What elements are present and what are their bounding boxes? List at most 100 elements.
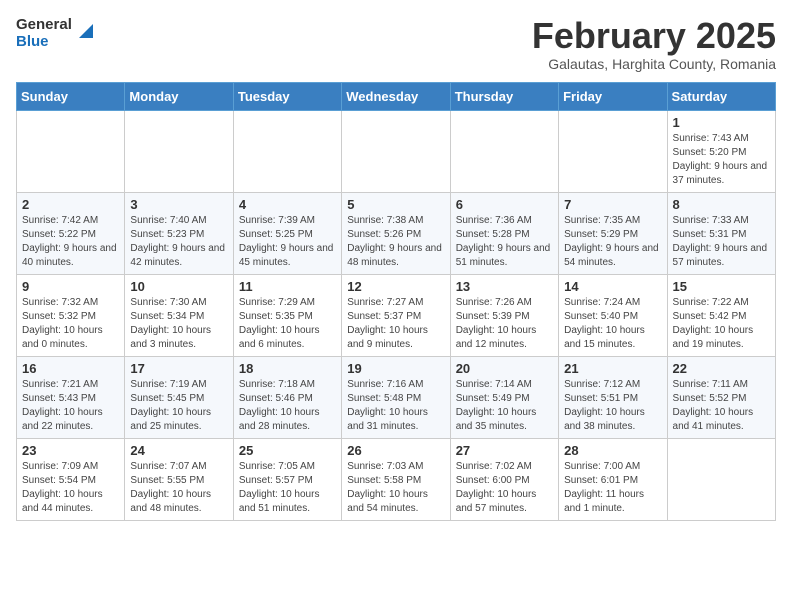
day-info: Sunrise: 7:38 AM Sunset: 5:26 PM Dayligh… [347,214,444,270]
calendar-day-26: 26 Sunrise: 7:03 AM Sunset: 5:58 PM Dayli… [342,438,450,520]
day-info: Sunrise: 7:09 AM Sunset: 5:54 PM Dayligh… [22,460,119,516]
weekday-header-saturday: Saturday [667,82,775,110]
calendar-day-15: 15Sunrise: 7:22 AM Sunset: 5:42 PM Dayli… [667,274,775,356]
calendar-day-19: 19 Sunrise: 7:16 AM Sunset: 5:48 PM Dayli… [342,356,450,438]
calendar-day-27: 27 Sunrise: 7:02 AM Sunset: 6:00 PM Dayli… [450,438,558,520]
calendar-day-empty [559,110,667,192]
calendar-day-empty [667,438,775,520]
day-number: 22 [673,361,770,376]
calendar-day-22: 22 Sunrise: 7:11 AM Sunset: 5:52 PM Dayli… [667,356,775,438]
weekday-header-thursday: Thursday [450,82,558,110]
day-info: Sunrise: 7:32 AM Sunset: 5:32 PM Dayligh… [22,296,119,352]
calendar-day-25: 25 Sunrise: 7:05 AM Sunset: 5:57 PM Dayli… [233,438,341,520]
day-info: Sunrise: 7:24 AM Sunset: 5:40 PM Dayligh… [564,296,661,352]
day-info: Sunrise: 7:43 AM Sunset: 5:20 PM Dayligh… [673,132,770,188]
day-number: 8 [673,197,770,212]
day-number: 26 [347,443,444,458]
calendar-day-21: 21 Sunrise: 7:12 AM Sunset: 5:51 PM Dayli… [559,356,667,438]
calendar-day-28: 28 Sunrise: 7:00 AM Sunset: 6:01 PM Dayli… [559,438,667,520]
day-info: Sunrise: 7:02 AM Sunset: 6:00 PM Dayligh… [456,460,553,516]
weekday-header-tuesday: Tuesday [233,82,341,110]
calendar-day-20: 20 Sunrise: 7:14 AM Sunset: 5:49 PM Dayli… [450,356,558,438]
page-header: General Blue February 2025 Galautas, Har… [16,16,776,72]
calendar-day-11: 11 Sunrise: 7:29 AM Sunset: 5:35 PM Dayli… [233,274,341,356]
logo-blue-text: Blue [16,33,72,50]
month-title: February 2025 [532,16,776,56]
day-number: 28 [564,443,661,458]
day-number: 15 [673,279,770,294]
weekday-header-row: SundayMondayTuesdayWednesdayThursdayFrid… [17,82,776,110]
day-number: 21 [564,361,661,376]
logo: General Blue [16,16,97,51]
day-number: 9 [22,279,119,294]
day-number: 5 [347,197,444,212]
day-number: 24 [130,443,227,458]
day-info: Sunrise: 7:05 AM Sunset: 5:57 PM Dayligh… [239,460,336,516]
calendar-day-empty [342,110,450,192]
calendar-day-24: 24 Sunrise: 7:07 AM Sunset: 5:55 PM Dayli… [125,438,233,520]
calendar-day-4: 4Sunrise: 7:39 AM Sunset: 5:25 PM Daylig… [233,192,341,274]
calendar-week-row: 23 Sunrise: 7:09 AM Sunset: 5:54 PM Dayli… [17,438,776,520]
day-info: Sunrise: 7:27 AM Sunset: 5:37 PM Dayligh… [347,296,444,352]
calendar-day-empty [450,110,558,192]
location-subtitle: Galautas, Harghita County, Romania [532,56,776,72]
day-number: 11 [239,279,336,294]
day-info: Sunrise: 7:16 AM Sunset: 5:48 PM Dayligh… [347,378,444,434]
calendar-day-5: 5 Sunrise: 7:38 AM Sunset: 5:26 PM Daylig… [342,192,450,274]
day-number: 10 [130,279,227,294]
calendar-day-14: 14 Sunrise: 7:24 AM Sunset: 5:40 PM Dayli… [559,274,667,356]
calendar-day-13: 13 Sunrise: 7:26 AM Sunset: 5:39 PM Dayli… [450,274,558,356]
day-number: 16 [22,361,119,376]
day-number: 25 [239,443,336,458]
day-info: Sunrise: 7:11 AM Sunset: 5:52 PM Dayligh… [673,378,770,434]
day-info: Sunrise: 7:07 AM Sunset: 5:55 PM Dayligh… [130,460,227,516]
calendar-day-1: 1 Sunrise: 7:43 AM Sunset: 5:20 PM Daylig… [667,110,775,192]
calendar-day-10: 10 Sunrise: 7:30 AM Sunset: 5:34 PM Dayli… [125,274,233,356]
calendar-day-empty [17,110,125,192]
day-info: Sunrise: 7:00 AM Sunset: 6:01 PM Dayligh… [564,460,661,516]
calendar-day-8: 8 Sunrise: 7:33 AM Sunset: 5:31 PM Daylig… [667,192,775,274]
day-number: 1 [673,115,770,130]
day-number: 12 [347,279,444,294]
weekday-header-friday: Friday [559,82,667,110]
day-info: Sunrise: 7:19 AM Sunset: 5:45 PM Dayligh… [130,378,227,434]
day-info: Sunrise: 7:14 AM Sunset: 5:49 PM Dayligh… [456,378,553,434]
day-info: Sunrise: 7:12 AM Sunset: 5:51 PM Dayligh… [564,378,661,434]
day-info: Sunrise: 7:18 AM Sunset: 5:46 PM Dayligh… [239,378,336,434]
weekday-header-sunday: Sunday [17,82,125,110]
calendar-day-7: 7Sunrise: 7:35 AM Sunset: 5:29 PM Daylig… [559,192,667,274]
day-info: Sunrise: 7:03 AM Sunset: 5:58 PM Dayligh… [347,460,444,516]
title-area: February 2025 Galautas, Harghita County,… [532,16,776,72]
day-number: 23 [22,443,119,458]
day-number: 2 [22,197,119,212]
day-number: 14 [564,279,661,294]
calendar-day-9: 9 Sunrise: 7:32 AM Sunset: 5:32 PM Daylig… [17,274,125,356]
calendar-day-2: 2Sunrise: 7:42 AM Sunset: 5:22 PM Daylig… [17,192,125,274]
day-info: Sunrise: 7:36 AM Sunset: 5:28 PM Dayligh… [456,214,553,270]
day-number: 3 [130,197,227,212]
weekday-header-wednesday: Wednesday [342,82,450,110]
weekday-header-monday: Monday [125,82,233,110]
calendar-week-row: 2Sunrise: 7:42 AM Sunset: 5:22 PM Daylig… [17,192,776,274]
calendar-day-12: 12 Sunrise: 7:27 AM Sunset: 5:37 PM Dayli… [342,274,450,356]
calendar-day-6: 6 Sunrise: 7:36 AM Sunset: 5:28 PM Daylig… [450,192,558,274]
day-number: 18 [239,361,336,376]
day-number: 20 [456,361,553,376]
calendar-week-row: 9 Sunrise: 7:32 AM Sunset: 5:32 PM Daylig… [17,274,776,356]
calendar-day-16: 16Sunrise: 7:21 AM Sunset: 5:43 PM Dayli… [17,356,125,438]
day-number: 17 [130,361,227,376]
calendar-day-empty [125,110,233,192]
day-number: 27 [456,443,553,458]
day-number: 13 [456,279,553,294]
day-info: Sunrise: 7:26 AM Sunset: 5:39 PM Dayligh… [456,296,553,352]
day-info: Sunrise: 7:33 AM Sunset: 5:31 PM Dayligh… [673,214,770,270]
calendar-day-17: 17 Sunrise: 7:19 AM Sunset: 5:45 PM Dayli… [125,356,233,438]
day-info: Sunrise: 7:29 AM Sunset: 5:35 PM Dayligh… [239,296,336,352]
day-info: Sunrise: 7:30 AM Sunset: 5:34 PM Dayligh… [130,296,227,352]
calendar-week-row: 16Sunrise: 7:21 AM Sunset: 5:43 PM Dayli… [17,356,776,438]
day-number: 6 [456,197,553,212]
day-number: 19 [347,361,444,376]
calendar-day-3: 3Sunrise: 7:40 AM Sunset: 5:23 PM Daylig… [125,192,233,274]
logo-triangle-icon [75,20,97,42]
calendar-day-empty [233,110,341,192]
